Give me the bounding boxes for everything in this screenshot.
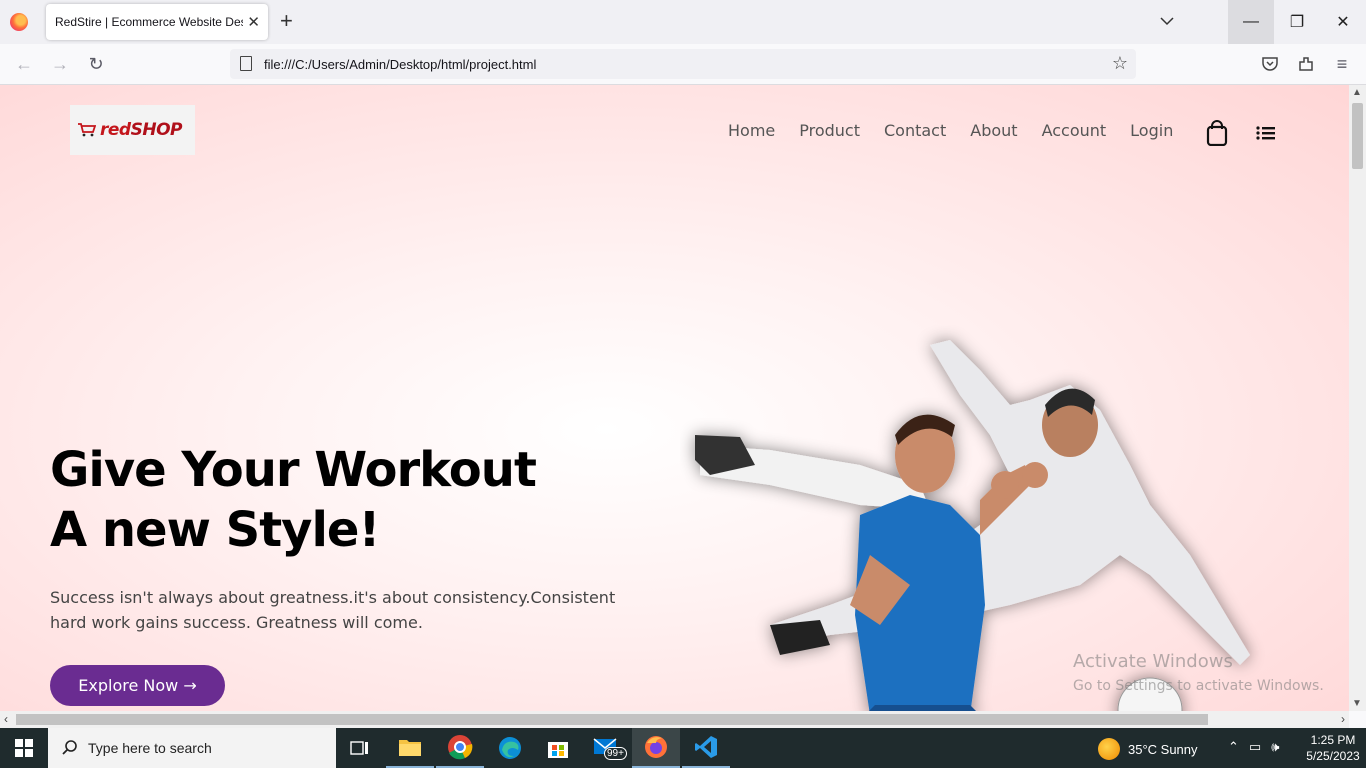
firefox-view-icon[interactable] [10,13,28,31]
url-text[interactable]: file:///C:/Users/Admin/Desktop/html/proj… [264,57,536,72]
hero-title: Give Your Workout A new Style! [50,442,537,558]
clock-date: 5/25/2023 [1306,749,1360,763]
window-close-icon[interactable]: ✕ [1320,0,1366,44]
mail-badge: 99+ [604,747,627,760]
logo-text: redSHOP [100,120,182,140]
search-placeholder: Type here to search [88,740,212,756]
volume-icon[interactable]: 🕪 [1271,739,1279,755]
restore-icon[interactable]: ❐ [1274,0,1320,44]
back-icon[interactable]: ← [14,54,34,74]
list-all-tabs-icon[interactable] [1158,12,1176,30]
scroll-right-icon[interactable]: › [1341,712,1345,726]
scroll-up-icon[interactable]: ▲ [1352,87,1362,98]
horizontal-scrollbar[interactable]: ‹ › [0,711,1349,728]
hero-text: Success isn't always about greatness.it'… [50,588,616,632]
chrome-icon[interactable] [436,728,484,768]
explore-now-button[interactable]: Explore Now → [50,665,225,706]
microsoft-store-icon[interactable] [534,728,582,768]
shopping-bag-icon[interactable] [1206,120,1228,146]
horizontal-scroll-thumb[interactable] [16,714,1208,725]
site-logo[interactable]: redSHOP [70,105,195,155]
menu-product[interactable]: Product [799,121,860,140]
scroll-down-icon[interactable]: ▼ [1352,698,1362,709]
file-explorer-icon[interactable] [386,728,434,768]
start-button[interactable] [0,728,48,768]
windows-logo-icon [15,739,33,757]
activate-windows-watermark: Activate Windows Go to Settings to activ… [1073,651,1324,694]
vertical-scroll-thumb[interactable] [1352,103,1363,169]
main-menu: Home Product Contact About Account Login [728,121,1173,140]
edge-icon[interactable] [486,728,534,768]
windows-taskbar: Type here to search 99+ 35°C Sunny ⌃ ▭ 🕪… [0,728,1366,768]
clock-time: 1:25 PM [1310,733,1356,747]
address-bar[interactable]: file:///C:/Users/Admin/Desktop/html/proj… [230,49,1136,79]
mail-icon[interactable]: 99+ [584,728,632,768]
minimize-icon[interactable]: — [1228,0,1274,44]
menu-home[interactable]: Home [728,121,775,140]
new-tab-icon[interactable]: + [280,9,293,33]
sunny-icon [1098,738,1120,760]
scroll-left-icon[interactable]: ‹ [4,712,8,726]
menu-login[interactable]: Login [1130,121,1173,140]
bookmark-star-icon[interactable]: ☆ [1112,53,1128,74]
show-hidden-icons-icon[interactable]: ⌃ [1228,739,1239,755]
tab-title: RedStire | Ecommerce Website Desig [55,15,243,29]
close-tab-icon[interactable]: ✕ [247,13,260,31]
forward-icon[interactable]: → [50,54,70,74]
taskbar-search[interactable]: Type here to search [48,728,336,768]
page-viewport: redSHOP Home Product Contact About Accou… [0,85,1349,711]
firefox-taskbar-icon[interactable] [632,728,680,768]
menu-account[interactable]: Account [1042,121,1107,140]
vertical-scrollbar[interactable]: ▲ ▼ [1349,85,1366,711]
menu-list-icon[interactable] [1256,125,1276,141]
battery-icon[interactable]: ▭ [1249,739,1261,755]
vscode-icon[interactable] [682,728,730,768]
menu-contact[interactable]: Contact [884,121,946,140]
tab-bar: RedStire | Ecommerce Website Desig ✕ + —… [0,0,1366,44]
system-tray: ⌃ ▭ 🕪 [1228,739,1279,755]
search-icon [62,740,77,755]
app-menu-icon[interactable]: ≡ [1332,54,1352,74]
extensions-icon[interactable] [1296,54,1316,74]
pocket-icon[interactable] [1260,54,1280,74]
taskbar-clock[interactable]: 1:25 PM 5/25/2023 [1300,732,1366,764]
active-tab[interactable]: RedStire | Ecommerce Website Desig ✕ [46,4,268,40]
cart-logo-icon [78,123,96,137]
navigation-toolbar: ← → ↻ file:///C:/Users/Admin/Desktop/htm… [0,44,1366,85]
reload-icon[interactable]: ↻ [86,54,106,74]
task-view-icon[interactable] [336,728,384,768]
weather-text: 35°C Sunny [1128,741,1198,757]
menu-about[interactable]: About [970,121,1017,140]
page-icon [240,56,252,71]
weather-widget[interactable]: 35°C Sunny [1098,738,1198,760]
